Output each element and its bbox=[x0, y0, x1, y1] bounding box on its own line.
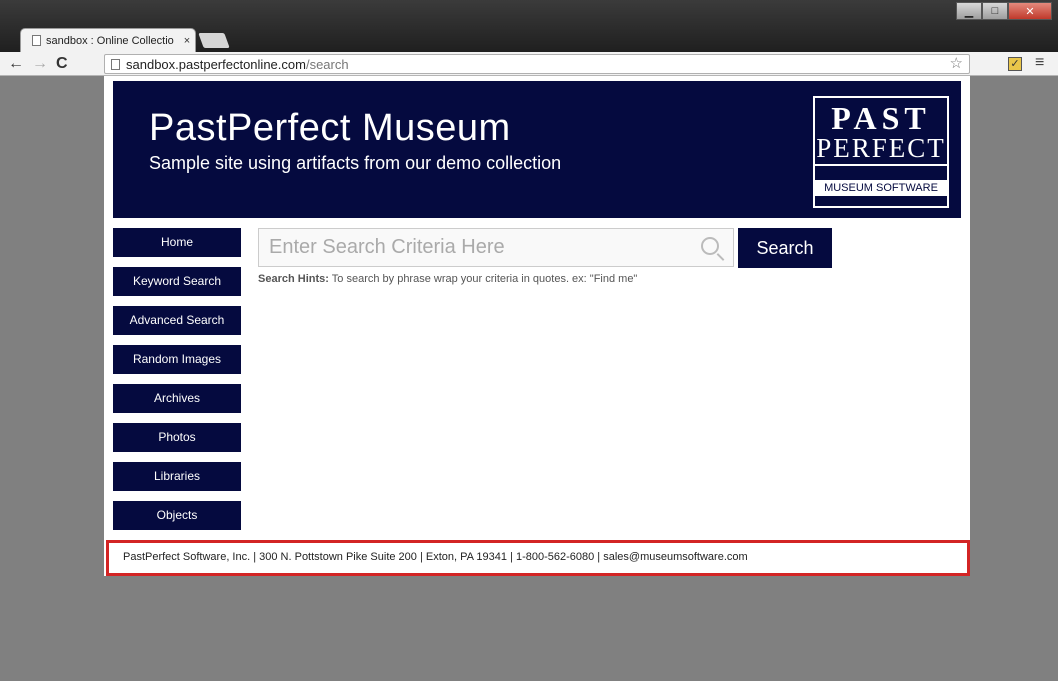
tab-title: sandbox : Online Collectio bbox=[46, 34, 174, 47]
search-hints: Search Hints: To search by phrase wrap y… bbox=[258, 273, 637, 285]
search-input[interactable] bbox=[269, 236, 689, 259]
bookmark-star-icon[interactable]: ☆ bbox=[950, 54, 963, 72]
maximize-button[interactable]: □ bbox=[982, 2, 1008, 20]
page-icon bbox=[111, 58, 120, 70]
nav-random-images[interactable]: Random Images bbox=[113, 345, 241, 374]
pastperfect-logo: PAST PERFECT MUSEUM SOFTWARE bbox=[813, 96, 949, 208]
search-box bbox=[258, 228, 734, 267]
page-icon bbox=[32, 35, 41, 46]
close-window-button[interactable]: ✕ bbox=[1008, 2, 1052, 20]
nav-archives[interactable]: Archives bbox=[113, 384, 241, 413]
nav-home[interactable]: Home bbox=[113, 228, 241, 257]
site-header: PastPerfect Museum Sample site using art… bbox=[113, 81, 961, 218]
site-footer: PastPerfect Software, Inc. | 300 N. Pott… bbox=[106, 540, 970, 576]
minimize-button[interactable]: ▁ bbox=[956, 2, 982, 20]
nav-keyword-search[interactable]: Keyword Search bbox=[113, 267, 241, 296]
search-icon[interactable] bbox=[701, 237, 719, 255]
url-host: sandbox.pastperfectonline.com bbox=[126, 56, 306, 72]
url-path: /search bbox=[305, 56, 349, 72]
nav-objects[interactable]: Objects bbox=[113, 501, 241, 530]
window-controls: ▁ □ ✕ bbox=[956, 2, 1052, 20]
address-bar[interactable]: sandbox.pastperfectonline.com/search ☆ bbox=[104, 54, 970, 74]
browser-toolbar: ← → C sandbox.pastperfectonline.com/sear… bbox=[0, 52, 1058, 76]
forward-arrow-icon[interactable]: → bbox=[32, 54, 48, 74]
reload-icon[interactable]: C bbox=[56, 54, 68, 74]
nav-advanced-search[interactable]: Advanced Search bbox=[113, 306, 241, 335]
nav-libraries[interactable]: Libraries bbox=[113, 462, 241, 491]
side-navigation: Home Keyword Search Advanced Search Rand… bbox=[113, 228, 241, 540]
browser-tab[interactable]: sandbox : Online Collectio × bbox=[20, 28, 196, 52]
extension-icon[interactable]: ✓ bbox=[1008, 57, 1022, 71]
menu-icon[interactable]: ≡ bbox=[1035, 54, 1044, 72]
close-tab-icon[interactable]: × bbox=[179, 35, 195, 47]
search-button[interactable]: Search bbox=[738, 228, 832, 268]
new-tab-button[interactable] bbox=[198, 33, 230, 48]
browser-titlebar: sandbox : Online Collectio × ▁ □ ✕ bbox=[0, 0, 1058, 52]
search-hints-label: Search Hints: bbox=[258, 273, 329, 285]
logo-line-past: PAST bbox=[831, 100, 931, 136]
logo-line-perfect: PERFECT bbox=[815, 133, 947, 166]
nav-photos[interactable]: Photos bbox=[113, 423, 241, 452]
site-subtitle: Sample site using artifacts from our dem… bbox=[149, 153, 562, 173]
back-arrow-icon[interactable]: ← bbox=[8, 54, 24, 74]
search-hints-text: To search by phrase wrap your criteria i… bbox=[328, 273, 638, 285]
site-title: PastPerfect Museum bbox=[149, 107, 511, 149]
web-page: PastPerfect Museum Sample site using art… bbox=[104, 76, 970, 576]
logo-line-software: MUSEUM SOFTWARE bbox=[815, 180, 947, 196]
